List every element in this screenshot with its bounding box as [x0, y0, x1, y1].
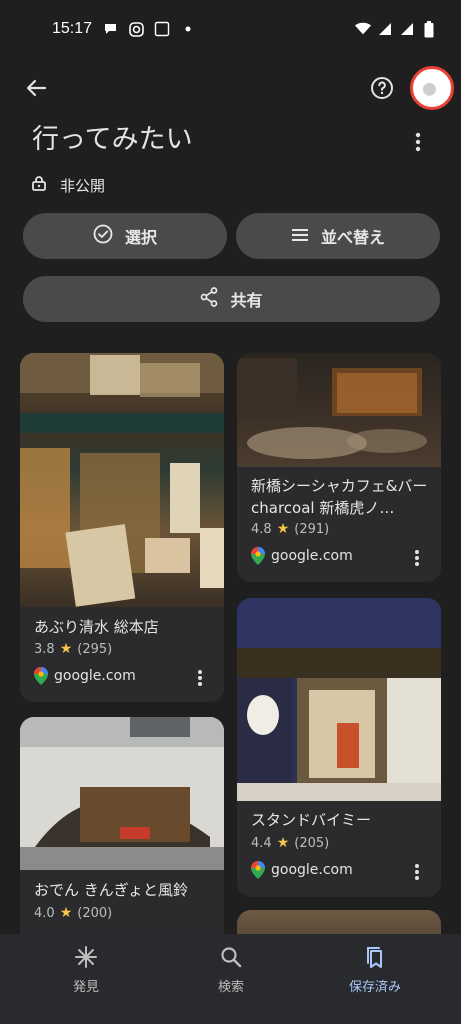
more-vert-icon: [415, 550, 419, 566]
privacy-status: 非公開: [32, 172, 105, 198]
maps-pin-icon: [34, 667, 48, 685]
maps-pin-icon: [251, 861, 265, 879]
signal-icon: [399, 21, 415, 37]
place-photo: [20, 717, 224, 870]
place-source[interactable]: google.com: [34, 667, 136, 685]
place-source[interactable]: google.com: [251, 547, 353, 565]
search-icon: [218, 944, 244, 970]
rating-value: 3.8: [34, 641, 55, 657]
maps-pin-icon: [251, 547, 265, 565]
check-circle-icon: [93, 224, 113, 248]
star-icon: ★: [276, 835, 290, 851]
help-icon: [371, 77, 393, 99]
more-vert-icon: [415, 864, 419, 880]
place-name: 新橋シーシャカフェ&バー charcoal 新橋虎ノ…: [251, 477, 428, 517]
place-source[interactable]: google.com: [251, 861, 353, 879]
wifi-icon: [355, 21, 371, 37]
review-count: (200): [77, 905, 113, 921]
nav-search[interactable]: 検索: [186, 944, 276, 1004]
privacy-label: 非公開: [60, 176, 106, 195]
rating-value: 4.4: [251, 835, 272, 851]
place-rating: 4.0 ★ (200): [34, 905, 112, 921]
place-name: スタンドバイミー: [251, 811, 372, 829]
help-button[interactable]: [366, 72, 398, 104]
share-button[interactable]: 共有: [23, 276, 440, 322]
place-more-button[interactable]: [407, 859, 427, 885]
source-label: google.com: [271, 862, 353, 878]
star-icon: ★: [59, 641, 73, 657]
review-count: (205): [294, 835, 330, 851]
nav-saved[interactable]: 保存済み: [330, 944, 420, 1004]
select-label: 選択: [124, 228, 157, 247]
place-card[interactable]: スタンドバイミー 4.4 ★ (205) google.com: [237, 598, 441, 897]
source-label: google.com: [54, 668, 136, 684]
more-vert-icon: [415, 132, 421, 152]
discover-sparkle-icon: [73, 944, 99, 970]
instagram-icon: [128, 21, 144, 37]
place-photo: [20, 353, 224, 607]
place-photo: [237, 353, 441, 467]
place-card[interactable]: 新橋シーシャカフェ&バー charcoal 新橋虎ノ… 4.8 ★ (291) …: [237, 353, 441, 582]
nav-discover-label: 発見: [72, 980, 99, 995]
page-title: 行ってみたい: [32, 124, 193, 155]
place-name: おでん きんぎょと風鈴: [34, 881, 189, 899]
chat-bubble-icon: [102, 21, 118, 37]
source-label: google.com: [271, 548, 353, 564]
top-app-bar: [0, 64, 461, 112]
review-count: (295): [77, 641, 113, 657]
place-more-button[interactable]: [190, 665, 210, 691]
place-name: あぶり清水 総本店: [34, 618, 159, 636]
nav-search-label: 検索: [217, 980, 244, 995]
bottom-navigation: 発見 検索 保存済み: [0, 934, 461, 1024]
title-row: 行ってみたい: [32, 120, 442, 164]
avatar[interactable]: [410, 66, 454, 110]
rating-value: 4.8: [251, 521, 272, 537]
nav-discover[interactable]: 発見: [41, 944, 131, 1004]
place-photo: [237, 598, 441, 801]
nav-saved-label: 保存済み: [348, 980, 401, 995]
star-icon: ★: [276, 521, 290, 537]
rating-value: 4.0: [34, 905, 55, 921]
place-more-button[interactable]: [407, 545, 427, 571]
sort-button[interactable]: 並べ替え: [236, 213, 440, 259]
sort-label: 並べ替え: [320, 228, 385, 247]
place-rating: 4.8 ★ (291): [251, 521, 329, 537]
review-count: (291): [294, 521, 330, 537]
place-card[interactable]: あぶり清水 総本店 3.8 ★ (295) google.com: [20, 353, 224, 702]
arrow-back-icon: [26, 79, 47, 97]
share-label: 共有: [230, 291, 263, 310]
status-bar: 15:17: [0, 0, 461, 58]
back-button[interactable]: [20, 72, 52, 104]
status-time: 15:17: [52, 20, 93, 37]
star-icon: ★: [59, 905, 73, 921]
sort-lines-icon: [291, 227, 309, 246]
share-icon: [200, 287, 218, 311]
signal-icon: [377, 21, 393, 37]
list-more-button[interactable]: [404, 126, 432, 158]
place-rating: 4.4 ★ (205): [251, 835, 329, 851]
select-button[interactable]: 選択: [23, 213, 227, 259]
bookmarks-icon: [362, 944, 388, 970]
dot-icon: [180, 21, 196, 37]
calendar-icon: [154, 21, 170, 37]
place-rating: 3.8 ★ (295): [34, 641, 112, 657]
battery-icon: [421, 20, 437, 37]
more-vert-icon: [198, 670, 202, 686]
lock-icon: [32, 175, 46, 195]
